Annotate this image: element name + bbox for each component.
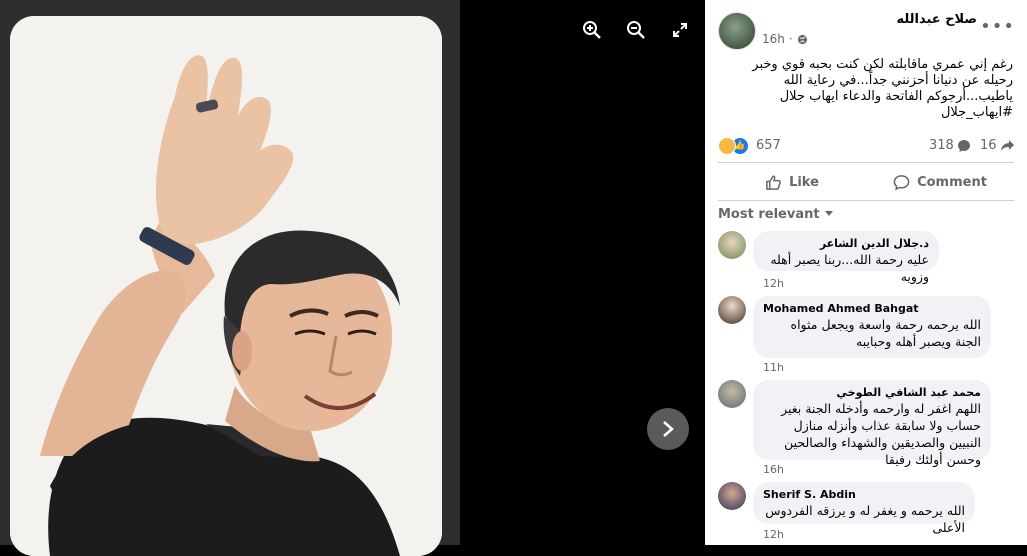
comments-count-value: 318 [929, 138, 954, 153]
commenter-name[interactable]: د.جلال الدين الشاعر [763, 237, 929, 251]
commenter-avatar[interactable] [718, 380, 746, 408]
photo-post-viewer: صلاح عبدالله 16h · ••• رغم إني عمري ماقا… [0, 0, 1027, 556]
reaction-icons[interactable]: 👍 [718, 137, 749, 155]
reactions-count[interactable]: 657 [756, 138, 781, 153]
post-panel: صلاح عبدالله 16h · ••• رغم إني عمري ماقا… [705, 0, 1027, 545]
comment-bubble: محمد عبد الشافي الطوخي اللهم اغفر له وار… [753, 380, 991, 467]
commenter-avatar[interactable] [718, 482, 746, 510]
zoom-in-icon[interactable] [580, 18, 604, 42]
commenter-name[interactable]: Sherif S. Abdin [763, 488, 965, 502]
commenter-avatar[interactable] [718, 231, 746, 259]
author-avatar[interactable] [718, 12, 756, 50]
commenter-avatar[interactable] [718, 296, 746, 324]
comment-icon [893, 174, 910, 190]
share-icon [1000, 140, 1014, 151]
comment-text: اللهم اغفر له وارحمه وأدخله الجنة بغير ح… [781, 401, 981, 467]
comment-time[interactable]: 12h [763, 277, 784, 290]
divider [718, 200, 1014, 201]
post-stats: 👍 657 318 16 [718, 137, 1014, 155]
fullscreen-icon[interactable] [668, 18, 692, 42]
comment-bubble: د.جلال الدين الشاعر عليه رحمة الله...ربن… [753, 231, 939, 284]
zoom-out-icon[interactable] [624, 18, 648, 42]
globe-icon [797, 34, 807, 44]
comment-text: الله يرحمه رحمة واسعة ويجعل مثواه الجنة … [790, 317, 981, 349]
comment-time[interactable]: 11h [763, 361, 784, 374]
comment-text: عليه رحمة الله...ربنا يصبر أهله وزويه [770, 252, 929, 284]
man-waving-photo [10, 16, 442, 556]
sad-reaction-icon [718, 137, 736, 155]
comments-count[interactable]: 318 [929, 138, 971, 153]
comment-bubble: Mohamed Ahmed Bahgat الله يرحمه رحمة واس… [753, 296, 991, 358]
post-author[interactable]: صلاح عبدالله [896, 12, 977, 27]
comment-time[interactable]: 12h [763, 528, 784, 541]
divider [718, 162, 1014, 163]
post-actions: Like Comment [718, 166, 1014, 198]
viewer-toolbar [580, 18, 692, 42]
caret-down-icon [825, 211, 834, 216]
comment-time[interactable]: 16h [763, 463, 784, 476]
more-options-icon[interactable]: ••• [980, 16, 1015, 37]
post-meta: 16h · [762, 32, 808, 46]
comment-sort-dropdown[interactable]: Most relevant [718, 207, 834, 222]
comment-text: الله يرحمه و يغفر له و يرزقه الفردوس الأ… [765, 503, 965, 535]
commenter-name[interactable]: محمد عبد الشافي الطوخي [763, 386, 981, 400]
thumbs-up-icon [766, 174, 781, 190]
comment-bubble: Sherif S. Abdin الله يرحمه و يغفر له و ي… [753, 482, 975, 535]
comment-button[interactable]: Comment [866, 166, 1014, 198]
photo-frame [0, 0, 460, 556]
comment-label: Comment [917, 174, 987, 190]
like-button[interactable]: Like [718, 166, 866, 198]
like-label: Like [789, 174, 819, 190]
chevron-right-icon [663, 421, 674, 437]
photo-viewer [0, 0, 705, 556]
post-header: صلاح عبدالله 16h · ••• [705, 0, 1027, 55]
comment-bubble-icon [957, 139, 970, 152]
post-time[interactable]: 16h [762, 32, 785, 46]
commenter-name[interactable]: Mohamed Ahmed Bahgat [763, 302, 981, 316]
shares-count-value: 16 [980, 138, 997, 153]
post-photo[interactable] [10, 16, 442, 556]
post-text: رغم إني عمري ماقابلته لكن كنت بحبه قوي و… [752, 57, 1013, 120]
sort-label: Most relevant [718, 207, 820, 222]
shares-count[interactable]: 16 [980, 138, 1015, 153]
next-photo-button[interactable] [647, 408, 689, 450]
